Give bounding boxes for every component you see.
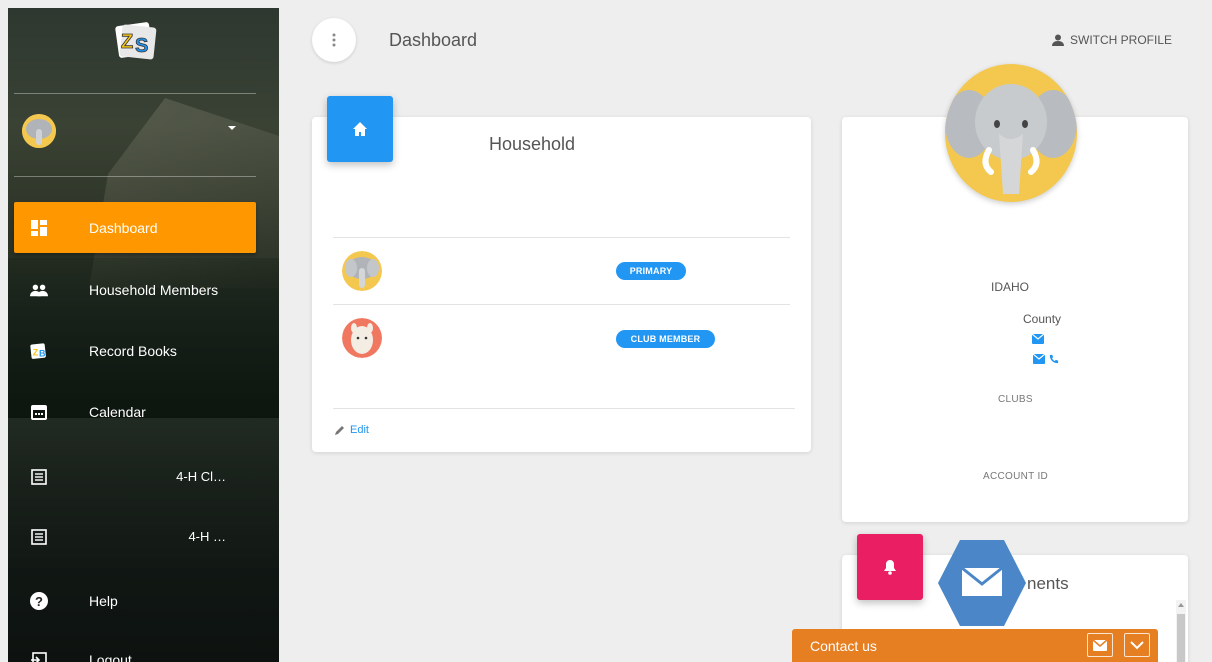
status-badge: PRIMARY <box>616 262 686 280</box>
page-title: Dashboard <box>389 30 478 50</box>
email-icon <box>1093 639 1107 651</box>
member-avatar[interactable] <box>342 251 382 291</box>
switch-profile-label: SWITCH PROFILE <box>1070 33 1173 47</box>
household-tile <box>327 96 393 162</box>
profile-dropdown-caret[interactable] <box>228 126 236 130</box>
contact-mail-hexagon-icon[interactable] <box>936 538 1028 628</box>
chevron-down-icon <box>1130 640 1144 649</box>
sidebar-item-4h-club[interactable]: 4-H Cl… <box>14 451 256 502</box>
svg-text:B: B <box>39 348 46 358</box>
elephant-icon <box>22 114 56 148</box>
household-card <box>312 117 811 452</box>
pencil-icon <box>335 426 344 435</box>
profile-state: IDAHO <box>991 280 1030 294</box>
sidebar-item-label: 4-H Cl… <box>176 469 226 484</box>
divider <box>333 408 795 409</box>
edit-button[interactable]: Edit <box>334 424 369 436</box>
edit-label: Edit <box>350 424 369 436</box>
profile-county: County <box>1023 312 1062 326</box>
sidebar-item-label: Dashboard <box>89 219 158 236</box>
more-vert-icon <box>332 33 336 47</box>
svg-text:?: ? <box>35 594 43 609</box>
sidebar-item-label: Help <box>89 592 118 609</box>
logout-icon <box>30 651 48 662</box>
svg-text:Z: Z <box>121 31 133 53</box>
sidebar-item-label: 4-H … <box>188 529 226 544</box>
sidebar-item-calendar[interactable]: Calendar <box>14 386 256 437</box>
svg-text:Z: Z <box>33 347 39 357</box>
sidebar-divider <box>14 176 256 177</box>
email-icon[interactable] <box>1032 334 1044 344</box>
announcements-title: nents <box>1027 574 1069 593</box>
phone-icon[interactable] <box>1048 354 1060 364</box>
people-icon <box>30 281 48 299</box>
clubs-label: CLUBS <box>998 394 1033 405</box>
announcements-scrollbar[interactable] <box>1176 600 1186 662</box>
list-icon <box>30 468 48 486</box>
calendar-icon <box>30 403 48 421</box>
scroll-up-arrow[interactable] <box>1178 603 1184 607</box>
household-title: Household <box>489 134 576 154</box>
home-icon <box>353 122 367 136</box>
member-avatar[interactable] <box>342 318 382 358</box>
help-icon: ? <box>30 591 48 610</box>
menu-button[interactable] <box>312 18 356 62</box>
profile-avatar[interactable] <box>22 114 56 148</box>
email-icon[interactable] <box>1033 354 1045 364</box>
profile-large-avatar <box>945 64 1077 202</box>
elephant-icon <box>945 67 1077 199</box>
switch-profile-button[interactable]: SWITCH PROFILE <box>1052 33 1172 47</box>
account-id-label: ACCOUNT ID <box>983 471 1049 482</box>
list-icon <box>30 528 48 546</box>
sidebar-item-label: Logout <box>89 651 132 662</box>
announcements-tile <box>857 534 923 600</box>
sidebar-item-dashboard[interactable]: Dashboard <box>14 202 256 253</box>
sidebar-item-label: Record Books <box>89 342 177 359</box>
dashboard-icon <box>30 219 48 237</box>
contact-email-button[interactable] <box>1087 633 1113 657</box>
divider <box>333 237 790 238</box>
sidebar-item-label: Calendar <box>89 403 146 420</box>
sidebar-item-label: Household Members <box>89 281 219 298</box>
sidebar-item-logout[interactable]: Logout <box>14 634 256 662</box>
person-icon <box>1052 34 1064 46</box>
sidebar-item-4h[interactable]: 4-H … <box>14 511 256 562</box>
elephant-icon <box>342 251 382 291</box>
bell-icon <box>884 560 896 575</box>
scroll-thumb[interactable] <box>1177 614 1185 662</box>
record-books-icon: ZB <box>30 342 48 360</box>
divider <box>333 304 790 305</box>
sidebar-item-record-books[interactable]: ZB Record Books <box>14 325 256 376</box>
sidebar-item-help[interactable]: ? Help <box>14 575 256 626</box>
contact-us-label: Contact us <box>810 637 877 654</box>
contact-collapse-button[interactable] <box>1124 633 1150 657</box>
llama-icon <box>342 318 382 358</box>
app-logo[interactable]: Z S <box>113 18 159 62</box>
sidebar-item-household-members[interactable]: Household Members <box>14 264 256 315</box>
status-badge: CLUB MEMBER <box>616 330 715 348</box>
sidebar-divider <box>14 93 256 94</box>
svg-text:S: S <box>135 35 148 57</box>
